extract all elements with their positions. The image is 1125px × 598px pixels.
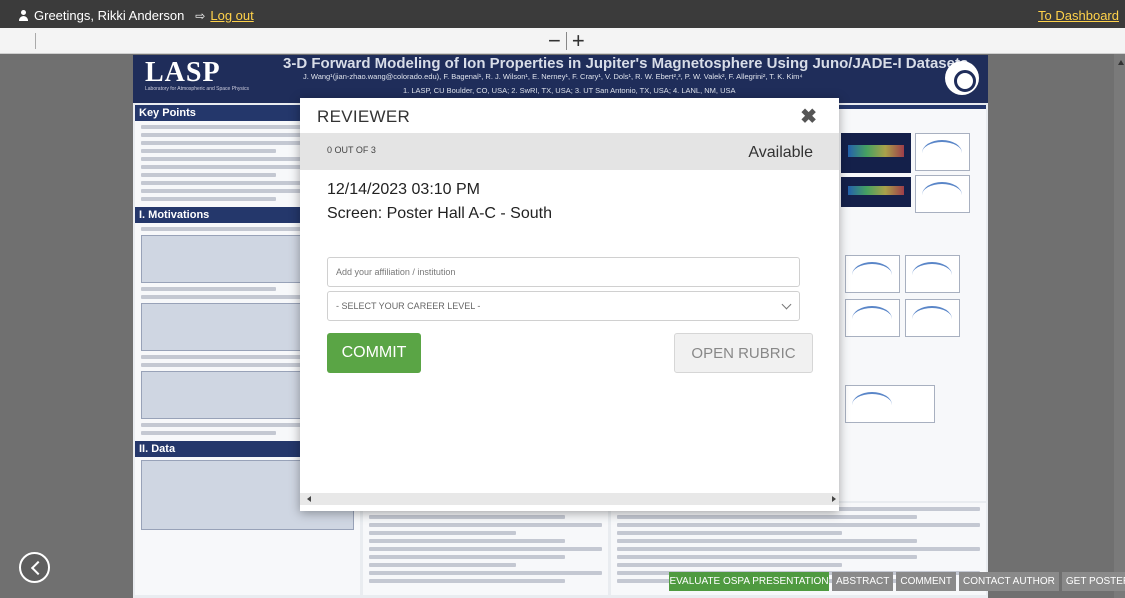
affiliation-input[interactable] [327,257,800,287]
poster-plot [845,255,900,293]
availability-status: Available [748,144,813,161]
zoom-controls: − + [548,28,585,54]
poster-logo: LASP [145,57,221,88]
scroll-up-icon[interactable] [1118,60,1124,65]
session-datetime: 12/14/2023 03:10 PM [327,181,481,198]
poster-plot [905,299,960,337]
modal-horizontal-scrollbar[interactable] [300,493,839,505]
poster-plot [915,133,970,171]
zoom-out-button[interactable]: − [548,28,561,54]
poster-plot [915,175,970,213]
poster-plot [845,299,900,337]
top-bar: Greetings, Rikki Anderson ⇨ Log out To D… [0,0,1125,28]
comment-button[interactable]: COMMENT [896,572,957,591]
logout-link[interactable]: Log out [210,8,253,23]
career-level-select[interactable]: - SELECT YOUR CAREER LEVEL - [327,291,800,321]
abstract-button[interactable]: ABSTRACT [832,572,894,591]
page-scrollbar[interactable] [1114,54,1125,598]
divider [565,32,567,50]
greeting: Greetings, Rikki Anderson ⇨ Log out [18,8,254,23]
back-button[interactable] [19,552,50,583]
career-level-value: - SELECT YOUR CAREER LEVEL - [336,301,481,311]
action-bar: EVALUATE OSPA PRESENTATION ABSTRACT COMM… [669,572,1125,591]
commit-button[interactable]: COMMIT [327,333,421,373]
open-rubric-button[interactable]: OPEN RUBRIC [674,333,813,373]
scroll-left-icon[interactable] [307,496,311,502]
poster-spectrogram [841,133,911,173]
modal-title: REVIEWER [317,107,411,126]
contact-author-button[interactable]: CONTACT AUTHOR [959,572,1059,591]
scroll-right-icon[interactable] [832,496,836,502]
poster-emblem-icon [945,61,979,95]
poster-title: 3-D Forward Modeling of Ion Properties i… [283,55,969,72]
close-icon[interactable]: ✖ [800,104,817,129]
review-count: 0 OUT OF 3 [327,145,376,155]
poster-affiliations: 1. LASP, CU Boulder, CO, USA; 2. SwRI, T… [403,86,736,95]
zoom-in-button[interactable]: + [572,28,585,54]
dashboard-link[interactable]: To Dashboard [1038,8,1119,23]
poster-references [363,503,608,595]
session-screen: Screen: Poster Hall A-C - South [327,205,552,222]
user-icon [18,10,29,21]
review-status-bar: 0 OUT OF 3 Available [300,133,839,170]
poster-plot [905,255,960,293]
poster-spectrogram [841,177,911,207]
greeting-text: Greetings, Rikki Anderson [34,8,185,23]
reviewer-modal: REVIEWER ✖ 0 OUT OF 3 Available 12/14/20… [300,98,839,511]
poster-section-heading [838,105,986,109]
evaluate-presentation-button[interactable]: EVALUATE OSPA PRESENTATION [669,572,829,591]
divider [35,33,36,49]
poster-logo-subtitle: Laboratory for Atmospheric and Space Phy… [145,86,249,92]
poster-header: LASP Laboratory for Atmospheric and Spac… [133,55,988,103]
zoom-bar: − + [0,28,1125,54]
chevron-down-icon [781,299,792,310]
logout-icon[interactable]: ⇨ [195,9,205,23]
poster-authors: J. Wang¹(jian-zhao.wang@colorado.edu), F… [303,72,803,81]
poster-plot [845,385,935,423]
get-poster-button[interactable]: GET POSTER [1061,572,1125,591]
